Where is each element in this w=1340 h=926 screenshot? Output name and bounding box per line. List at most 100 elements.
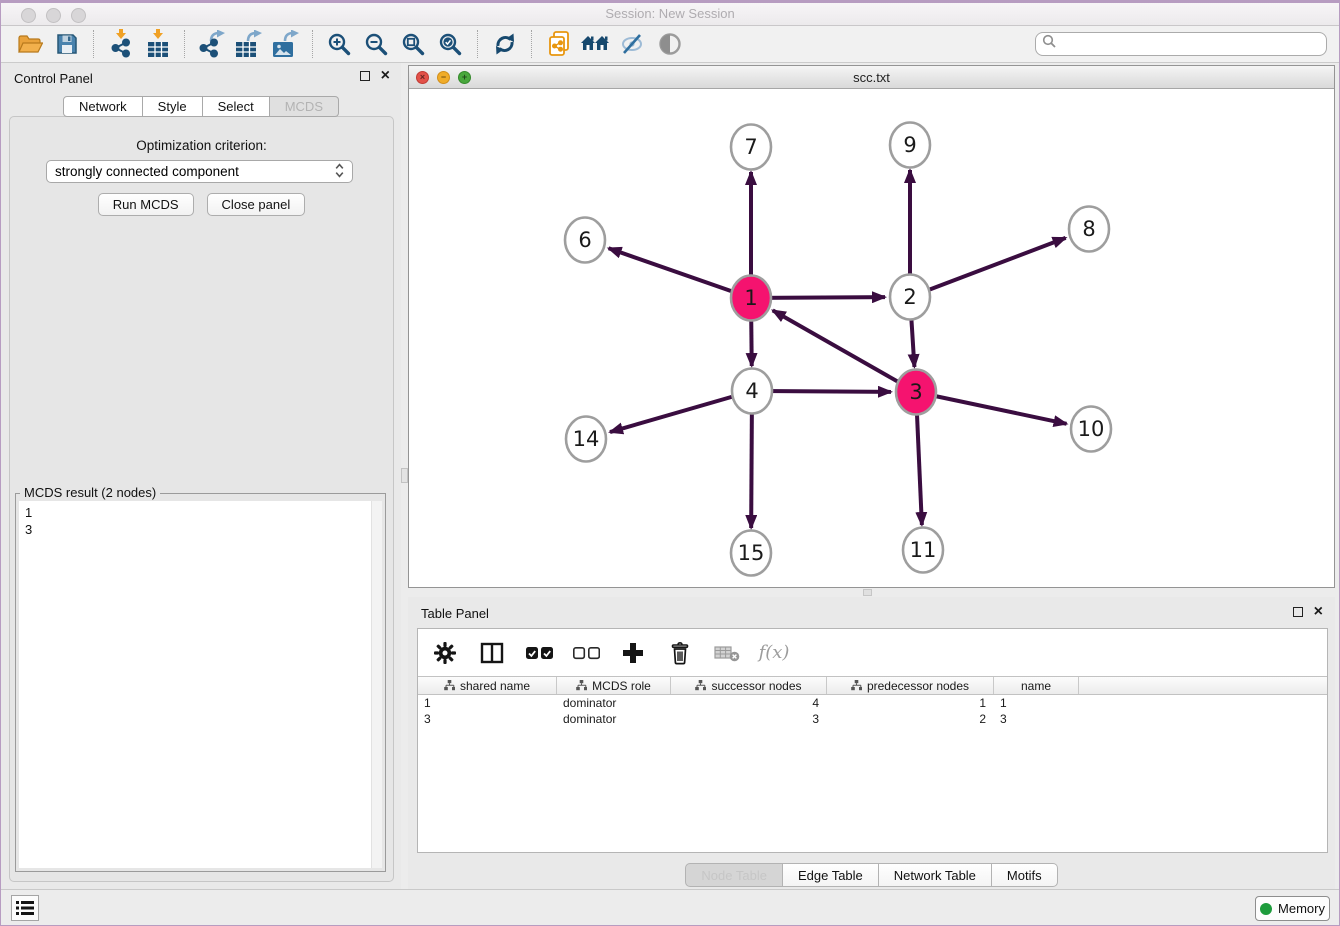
export-network-icon[interactable] bbox=[193, 28, 230, 60]
node-table-container: f(x) shared name MCDS role successor nod… bbox=[417, 628, 1328, 853]
graph-node-label-11: 11 bbox=[910, 538, 937, 562]
run-mcds-button[interactable]: Run MCDS bbox=[98, 193, 194, 216]
memory-label: Memory bbox=[1278, 901, 1325, 916]
application-window: Session: New Session bbox=[0, 0, 1340, 926]
import-table-icon[interactable] bbox=[139, 28, 176, 60]
memory-button[interactable]: Memory bbox=[1255, 896, 1330, 921]
cell-name: 3 bbox=[994, 711, 1079, 727]
close-table-panel-icon[interactable]: × bbox=[1314, 606, 1323, 618]
window-title: Session: New Session bbox=[1, 6, 1339, 21]
toolbar-separator bbox=[184, 30, 185, 58]
graph-node-label-4: 4 bbox=[745, 379, 758, 403]
open-session-icon[interactable] bbox=[11, 28, 48, 60]
tab-edge-table[interactable]: Edge Table bbox=[783, 863, 879, 887]
column-header-filler bbox=[1079, 677, 1327, 694]
network-view-window: × − + scc.txt 1234678910111415 bbox=[408, 65, 1335, 588]
tab-network-table[interactable]: Network Table bbox=[879, 863, 992, 887]
optimization-criterion-label: Optimization criterion: bbox=[10, 138, 393, 153]
select-all-rows-icon[interactable] bbox=[523, 637, 555, 669]
close-panel-button[interactable]: Close panel bbox=[207, 193, 306, 216]
column-header-successor-nodes[interactable]: successor nodes bbox=[671, 677, 827, 694]
tab-select[interactable]: Select bbox=[203, 96, 270, 117]
graph-edge-3-1[interactable] bbox=[773, 310, 916, 392]
tab-network[interactable]: Network bbox=[63, 96, 143, 117]
tab-style[interactable]: Style bbox=[143, 96, 203, 117]
graph-edge-3-10[interactable] bbox=[916, 392, 1067, 424]
float-table-panel-icon[interactable] bbox=[1293, 607, 1303, 617]
graph-edge-1-6[interactable] bbox=[609, 248, 751, 298]
mcds-result-line: 1 bbox=[25, 504, 376, 521]
column-type-icon bbox=[695, 680, 706, 691]
apply-layout-icon[interactable] bbox=[486, 28, 523, 60]
cell-successor-nodes: 3 bbox=[671, 711, 827, 727]
network-graph[interactable]: 1234678910111415 bbox=[409, 89, 1334, 587]
show-column-panel-icon[interactable] bbox=[476, 637, 508, 669]
network-window-title: scc.txt bbox=[409, 70, 1334, 85]
column-header-name[interactable]: name bbox=[994, 677, 1079, 694]
table-row[interactable]: 1 dominator 4 1 1 bbox=[418, 695, 1327, 711]
cell-mcds-role: dominator bbox=[557, 695, 671, 711]
deselect-all-rows-icon[interactable] bbox=[570, 637, 602, 669]
show-graphics-details-icon[interactable] bbox=[651, 28, 688, 60]
first-neighbors-icon[interactable] bbox=[577, 28, 614, 60]
delete-column-icon[interactable] bbox=[664, 637, 696, 669]
result-scrollbar[interactable] bbox=[371, 501, 382, 868]
main-toolbar bbox=[1, 26, 1339, 63]
search-input[interactable] bbox=[1057, 35, 1326, 53]
graph-edge-2-8[interactable] bbox=[910, 238, 1066, 297]
table-panel: Table Panel × bbox=[408, 597, 1335, 890]
graph-node-label-15: 15 bbox=[738, 541, 765, 565]
cell-shared-name: 3 bbox=[418, 711, 557, 727]
network-canvas[interactable]: 1234678910111415 bbox=[409, 89, 1334, 587]
column-header-shared-name[interactable]: shared name bbox=[418, 677, 557, 694]
control-panel-tabs: Network Style Select MCDS bbox=[1, 96, 401, 117]
vertical-split-grip[interactable] bbox=[401, 468, 408, 483]
table-row[interactable]: 3 dominator 3 2 3 bbox=[418, 711, 1327, 727]
export-table-icon[interactable] bbox=[230, 28, 267, 60]
column-header-mcds-role[interactable]: MCDS role bbox=[557, 677, 671, 694]
hide-selected-icon[interactable] bbox=[614, 28, 651, 60]
import-network-icon[interactable] bbox=[102, 28, 139, 60]
control-panel-header: Control Panel × bbox=[1, 63, 401, 93]
graph-node-label-7: 7 bbox=[744, 135, 757, 159]
zoom-selected-icon[interactable] bbox=[432, 28, 469, 60]
network-window-titlebar[interactable]: × − + scc.txt bbox=[409, 66, 1334, 89]
tab-mcds[interactable]: MCDS bbox=[270, 96, 339, 117]
graph-node-label-14: 14 bbox=[573, 427, 600, 451]
graph-edge-4-14[interactable] bbox=[610, 391, 752, 432]
table-settings-icon[interactable] bbox=[429, 637, 461, 669]
function-builder-icon[interactable]: f(x) bbox=[758, 637, 790, 669]
control-panel-title: Control Panel bbox=[14, 71, 93, 86]
toolbar-separator bbox=[312, 30, 313, 58]
tab-node-table[interactable]: Node Table bbox=[685, 863, 783, 887]
zoom-fit-icon[interactable] bbox=[395, 28, 432, 60]
mcds-panel: Optimization criterion: strongly connect… bbox=[9, 116, 394, 882]
zoom-in-icon[interactable] bbox=[321, 28, 358, 60]
criterion-select[interactable]: strongly connected component bbox=[46, 160, 353, 183]
search-field[interactable] bbox=[1035, 32, 1327, 56]
table-toolbar: f(x) bbox=[418, 629, 1327, 676]
tab-motifs[interactable]: Motifs bbox=[992, 863, 1058, 887]
clone-network-icon[interactable] bbox=[540, 28, 577, 60]
column-header-predecessor-nodes[interactable]: predecessor nodes bbox=[827, 677, 994, 694]
toolbar-separator bbox=[531, 30, 532, 58]
cell-name: 1 bbox=[994, 695, 1079, 711]
horizontal-split-grip[interactable] bbox=[863, 589, 872, 596]
add-column-icon[interactable] bbox=[617, 637, 649, 669]
graph-node-label-9: 9 bbox=[903, 133, 916, 157]
close-panel-icon[interactable]: × bbox=[381, 70, 390, 82]
mcds-result-title: MCDS result (2 nodes) bbox=[20, 485, 160, 500]
delete-table-icon[interactable] bbox=[711, 637, 743, 669]
export-image-icon[interactable] bbox=[267, 28, 304, 60]
float-panel-icon[interactable] bbox=[360, 71, 370, 81]
table-panel-title: Table Panel bbox=[421, 606, 489, 621]
save-session-icon[interactable] bbox=[48, 28, 85, 60]
task-history-button[interactable] bbox=[11, 895, 39, 921]
fx-label: f(x) bbox=[759, 642, 790, 663]
mcds-result-area[interactable]: 1 3 bbox=[19, 501, 382, 868]
column-type-icon bbox=[851, 680, 862, 691]
window-titlebar: Session: New Session bbox=[1, 0, 1339, 26]
cell-predecessor-nodes: 2 bbox=[827, 711, 994, 727]
zoom-out-icon[interactable] bbox=[358, 28, 395, 60]
table-tabs: Node Table Edge Table Network Table Moti… bbox=[408, 863, 1335, 887]
